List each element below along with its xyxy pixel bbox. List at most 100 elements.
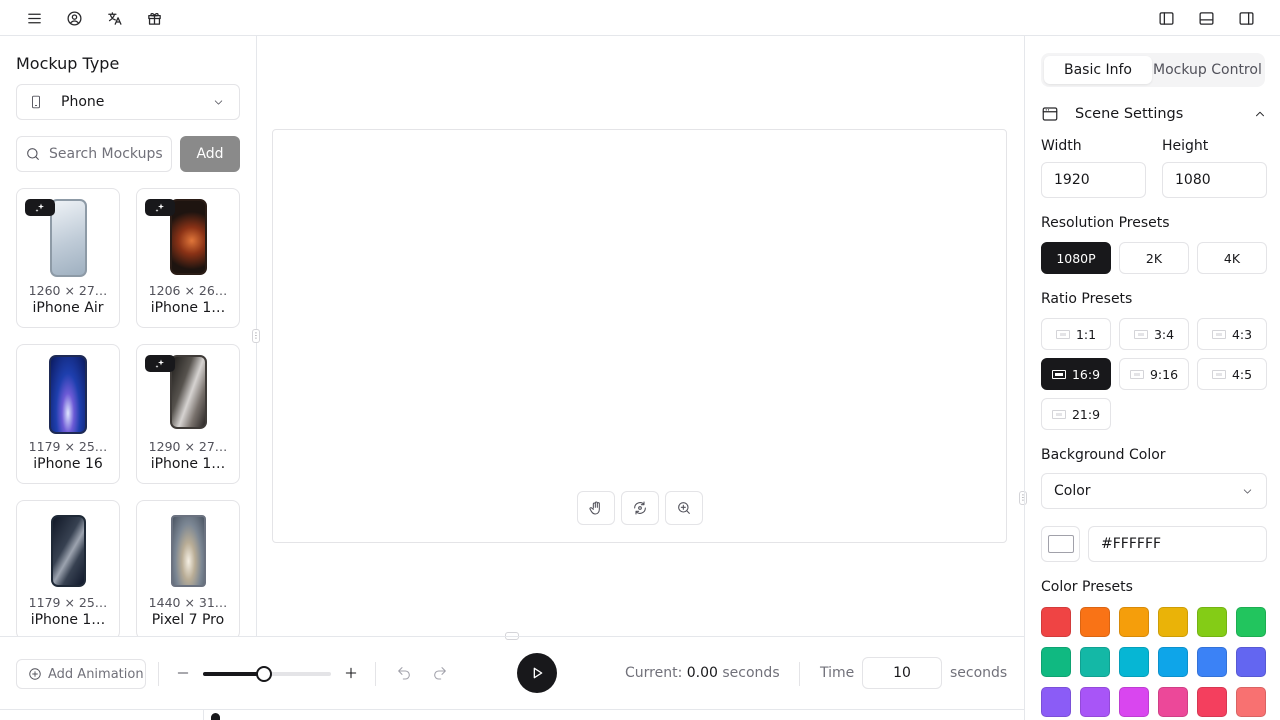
ratio-preset-9-16[interactable]: 9:16: [1119, 358, 1189, 390]
ratio-presets-label: Ratio Presets: [1041, 291, 1133, 307]
gift-icon[interactable]: [142, 6, 166, 30]
resolution-preset-2k[interactable]: 2K: [1119, 242, 1189, 274]
color-preset-swatch[interactable]: [1080, 687, 1110, 717]
tab-mockup-controls[interactable]: Mockup Controls: [1152, 56, 1262, 84]
hand-tool-button[interactable]: [577, 491, 615, 525]
timeline-zoom-slider[interactable]: [203, 666, 331, 682]
plus-icon: [345, 667, 357, 679]
color-preset-swatch[interactable]: [1236, 647, 1266, 677]
color-preset-swatch[interactable]: [1080, 647, 1110, 677]
search-mockups-input[interactable]: [49, 146, 169, 162]
mockup-name: iPhone Air: [32, 300, 104, 316]
zoom-in-button[interactable]: [665, 491, 703, 525]
color-preset-swatch[interactable]: [1041, 687, 1071, 717]
mockup-type-title: Mockup Type: [16, 54, 120, 73]
undo-button[interactable]: [394, 663, 414, 683]
ratio-preset-4-3[interactable]: 4:3: [1197, 318, 1267, 350]
mockup-name: iPhone 1…: [150, 300, 226, 316]
resolution-presets-label: Resolution Presets: [1041, 215, 1170, 231]
ratio-label: 16:9: [1071, 366, 1101, 382]
language-icon[interactable]: [102, 6, 126, 30]
rotate-view-button[interactable]: [621, 491, 659, 525]
add-animation-button[interactable]: Add Animation: [16, 659, 146, 689]
mockup-name: iPhone 1…: [150, 456, 226, 472]
mockup-type-select[interactable]: Phone: [16, 84, 240, 120]
search-mockups-field[interactable]: [16, 136, 172, 172]
redo-icon: [434, 667, 446, 680]
properties-tabs: Basic Info Mockup Controls: [1041, 53, 1265, 87]
mockup-card-0[interactable]: 1260 × 27… iPhone Air: [16, 188, 120, 328]
scene-settings-header[interactable]: Scene Settings: [1041, 104, 1267, 124]
background-hex-input[interactable]: [1088, 526, 1267, 562]
zoom-in-timeline-button[interactable]: [341, 663, 361, 683]
ratio-preset-3-4[interactable]: 3:4: [1119, 318, 1189, 350]
sparkle-badge-icon: [145, 355, 175, 372]
mockup-library-panel: Mockup Type Phone Add 1260 × 27… iPhone …: [0, 36, 257, 636]
add-mockup-button[interactable]: Add: [180, 136, 240, 172]
height-input[interactable]: [1162, 162, 1267, 198]
divider: [375, 662, 376, 686]
duration-input[interactable]: [862, 657, 942, 689]
app-window-icon: [1042, 107, 1058, 121]
sparkle-badge-icon: [145, 199, 175, 216]
mockup-card-5[interactable]: 1440 × 31… Pixel 7 Pro: [136, 500, 240, 636]
ratio-preset-1-1[interactable]: 1:1: [1041, 318, 1111, 350]
sparkle-badge-icon: [25, 199, 55, 216]
smartphone-icon: [32, 95, 40, 109]
zoom-out-timeline-button[interactable]: [173, 663, 193, 683]
menu-icon[interactable]: [22, 6, 46, 30]
color-preset-swatch[interactable]: [1197, 607, 1227, 637]
color-preset-swatch[interactable]: [1041, 647, 1071, 677]
mockup-card-1[interactable]: 1206 × 26… iPhone 1…: [136, 188, 240, 328]
color-preset-swatch[interactable]: [1080, 607, 1110, 637]
color-preset-swatch[interactable]: [1041, 607, 1071, 637]
ratio-preset-21-9[interactable]: 21:9: [1041, 398, 1111, 430]
color-preset-swatch[interactable]: [1236, 687, 1266, 717]
tab-basic-info[interactable]: Basic Info: [1044, 56, 1152, 84]
mockup-card-4[interactable]: 1179 × 25… iPhone 1…: [16, 500, 120, 636]
color-preset-swatch[interactable]: [1119, 607, 1149, 637]
ratio-label: 9:16: [1149, 366, 1179, 382]
mockup-card-2[interactable]: 1179 × 25… iPhone 16: [16, 344, 120, 484]
mockup-dimensions: 1290 × 27…: [148, 439, 228, 454]
mockup-thumbnail: [170, 515, 206, 587]
color-preset-swatch[interactable]: [1158, 687, 1188, 717]
bottom-panel-toggle-icon[interactable]: [1194, 6, 1218, 30]
aspect-ratio-icon: [1051, 369, 1066, 379]
slider-thumb[interactable]: [256, 666, 273, 682]
mockup-card-3[interactable]: 1290 × 27… iPhone 1…: [136, 344, 240, 484]
zoom-in-icon: [678, 502, 690, 514]
color-preset-swatch[interactable]: [1197, 687, 1227, 717]
width-input[interactable]: [1041, 162, 1146, 198]
color-preset-swatch[interactable]: [1158, 647, 1188, 677]
playhead-marker[interactable]: [211, 713, 220, 720]
left-panel-toggle-icon[interactable]: [1154, 6, 1178, 30]
chevron-down-icon: [1243, 489, 1252, 494]
color-preset-swatch[interactable]: [1158, 607, 1188, 637]
current-time-display: Current: 0.00 seconds: [625, 665, 780, 681]
ratio-preset-4-5[interactable]: 4:5: [1197, 358, 1267, 390]
color-preset-swatch[interactable]: [1197, 647, 1227, 677]
play-icon: [533, 667, 543, 679]
redo-button[interactable]: [430, 663, 450, 683]
chevron-up-icon: [1256, 111, 1264, 117]
canvas-area: [257, 36, 1024, 636]
height-label: Height: [1162, 138, 1209, 154]
ratio-label: 1:1: [1075, 326, 1097, 342]
play-button[interactable]: [517, 653, 557, 693]
color-presets-label: Color Presets: [1041, 579, 1133, 595]
resolution-preset-1080p[interactable]: 1080P: [1041, 242, 1111, 274]
ratio-preset-16-9[interactable]: 16:9: [1041, 358, 1111, 390]
right-panel-toggle-icon[interactable]: [1234, 6, 1258, 30]
color-preset-swatch[interactable]: [1119, 647, 1149, 677]
background-type-value: Color: [1054, 483, 1091, 499]
resolution-preset-4k[interactable]: 4K: [1197, 242, 1267, 274]
timeline-track[interactable]: [0, 709, 1024, 720]
rotate-view-icon: [634, 501, 646, 515]
user-circle-icon[interactable]: [62, 6, 86, 30]
background-color-swatch[interactable]: [1041, 526, 1080, 562]
background-type-select[interactable]: Color: [1041, 473, 1267, 509]
color-preset-swatch[interactable]: [1119, 687, 1149, 717]
scene-canvas[interactable]: [272, 129, 1007, 543]
color-preset-swatch[interactable]: [1236, 607, 1266, 637]
